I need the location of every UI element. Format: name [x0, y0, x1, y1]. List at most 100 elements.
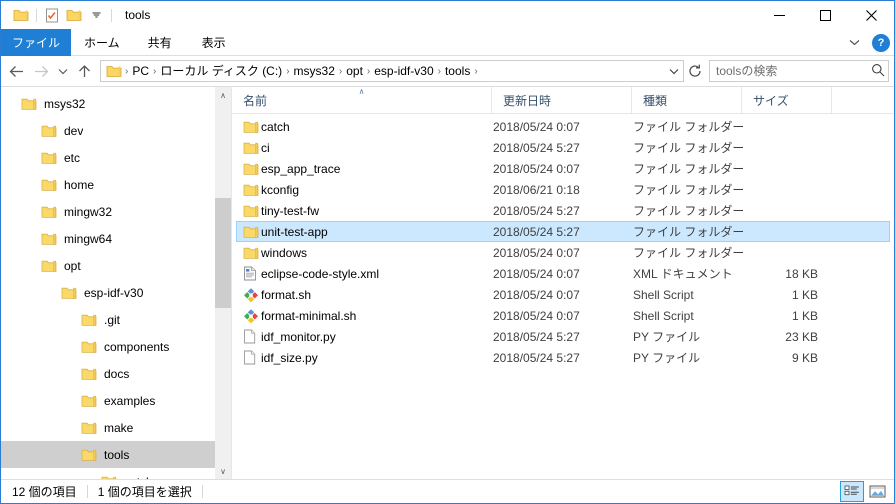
- navigation-scrollbar[interactable]: ∧ ∨: [215, 87, 231, 479]
- recent-locations-button[interactable]: [54, 58, 72, 84]
- file-name-label: format.sh: [261, 287, 312, 302]
- table-row[interactable]: unit-test-app 2018/05/24 5:27 ファイル フォルダー: [236, 221, 890, 242]
- sidebar-item-mingw32[interactable]: mingw32: [1, 198, 231, 225]
- sidebar-item-home[interactable]: home: [1, 171, 231, 198]
- table-row[interactable]: tiny-test-fw 2018/05/24 5:27 ファイル フォルダー: [236, 200, 890, 221]
- column-header-name[interactable]: ∧ 名前: [232, 87, 492, 113]
- tab-view[interactable]: 表示: [187, 29, 241, 56]
- tab-file[interactable]: ファイル: [1, 29, 72, 56]
- cell-type: ファイル フォルダー: [633, 183, 743, 197]
- tab-home[interactable]: ホーム: [71, 29, 133, 56]
- cell-name: idf_size.py: [237, 350, 493, 365]
- folder-icon: [243, 120, 261, 134]
- breadcrumb-separator-6[interactable]: ›: [473, 66, 478, 77]
- breadcrumb-item-msys32[interactable]: msys32: [291, 61, 338, 81]
- sidebar-item-msys32[interactable]: msys32: [1, 90, 231, 117]
- help-icon[interactable]: ?: [872, 33, 890, 52]
- table-row[interactable]: ci 2018/05/24 5:27 ファイル フォルダー: [236, 137, 890, 158]
- cell-date-modified: 2018/05/24 0:07: [493, 245, 580, 260]
- column-header-date[interactable]: 更新日時: [492, 87, 632, 113]
- column-header-size[interactable]: サイズ: [742, 87, 832, 113]
- navigation-pane: msys32 dev etc home mingw32 mingw64 opt esp-idf…: [1, 87, 232, 479]
- sort-ascending-icon: ∧: [358, 87, 365, 96]
- breadcrumb-item-esp-idf-v30[interactable]: esp-idf-v30: [371, 61, 436, 81]
- breadcrumb-folder-icon[interactable]: [105, 64, 124, 78]
- sidebar-item-docs[interactable]: docs: [1, 360, 231, 387]
- chevron-down-icon[interactable]: [85, 4, 107, 26]
- breadcrumb-item-opt[interactable]: opt: [343, 61, 366, 81]
- table-row[interactable]: catch 2018/05/24 0:07 ファイル フォルダー: [236, 116, 890, 137]
- table-row[interactable]: eclipse-code-style.xml 2018/05/24 0:07 XML…: [236, 263, 890, 284]
- back-button[interactable]: [4, 58, 29, 84]
- folder-icon: [81, 393, 98, 409]
- sidebar-item-label: opt: [64, 258, 81, 273]
- breadcrumb-item-pc[interactable]: PC: [129, 61, 152, 81]
- cell-date-modified: 2018/05/24 0:07: [493, 308, 580, 323]
- sidebar-item-make[interactable]: make: [1, 414, 231, 441]
- sidebar-item-label: mingw32: [64, 204, 113, 219]
- cell-date-modified: 2018/05/24 5:27: [493, 329, 580, 344]
- table-row[interactable]: windows 2018/05/24 0:07 ファイル フォルダー: [236, 242, 890, 263]
- close-button[interactable]: [848, 1, 894, 29]
- folder-icon: [243, 162, 261, 176]
- maximize-button[interactable]: [802, 1, 848, 29]
- explorer-body: msys32 dev etc home mingw32 mingw64 opt esp-idf…: [1, 86, 894, 479]
- up-button[interactable]: [72, 58, 97, 84]
- sidebar-item-mingw64[interactable]: mingw64: [1, 225, 231, 252]
- search-icon[interactable]: [871, 63, 885, 80]
- folder-icon: [41, 258, 58, 274]
- tab-share[interactable]: 共有: [133, 29, 187, 56]
- column-header-type[interactable]: 種類: [632, 87, 742, 113]
- cell-type: PY ファイル: [633, 351, 701, 365]
- column-header-type-label: 種類: [643, 93, 668, 108]
- cell-name: format.sh: [237, 287, 493, 302]
- cell-name: unit-test-app: [237, 225, 493, 239]
- folder-icon[interactable]: [10, 4, 32, 26]
- cell-date-modified: 2018/05/24 5:27: [493, 350, 580, 365]
- column-header-name-label: 名前: [243, 93, 268, 108]
- table-row[interactable]: format-minimal.sh 2018/05/24 0:07 Shell Sc…: [236, 305, 890, 326]
- folder-icon: [81, 420, 98, 436]
- cell-size: 9 KB: [791, 350, 818, 365]
- sidebar-item-catch[interactable]: catch: [1, 468, 231, 479]
- breadcrumb-item-local-disk[interactable]: ローカル ディスク (C:): [157, 61, 285, 81]
- minimize-button[interactable]: [756, 1, 802, 29]
- sidebar-item-opt[interactable]: opt: [1, 252, 231, 279]
- table-row[interactable]: idf_size.py 2018/05/24 5:27 PY ファイル 9 KB: [236, 347, 890, 368]
- search-box[interactable]: [709, 60, 889, 82]
- address-bar: › PC › ローカル ディスク (C:) › msys32 › opt › e…: [1, 56, 894, 86]
- scroll-up-button[interactable]: ∧: [215, 87, 231, 103]
- details-view-button[interactable]: [840, 481, 864, 502]
- cell-date-modified: 2018/05/24 0:07: [493, 266, 580, 281]
- table-row[interactable]: esp_app_trace 2018/05/24 0:07 ファイル フォルダー: [236, 158, 890, 179]
- chevron-down-icon-ribbon[interactable]: [843, 32, 865, 54]
- sidebar-item-esp-idf-v30[interactable]: esp-idf-v30: [1, 279, 231, 306]
- sidebar-item-etc[interactable]: etc: [1, 144, 231, 171]
- forward-button[interactable]: [29, 58, 54, 84]
- scrollbar-track[interactable]: [215, 103, 231, 463]
- column-header-filler[interactable]: [832, 87, 894, 113]
- sidebar-item-dot-git[interactable]: .git: [1, 306, 231, 333]
- cell-name: kconfig: [237, 183, 493, 197]
- address-dropdown-icon[interactable]: [665, 61, 682, 81]
- breadcrumb-item-tools[interactable]: tools: [442, 61, 473, 81]
- table-row[interactable]: kconfig 2018/06/21 0:18 ファイル フォルダー: [236, 179, 890, 200]
- new-folder-icon[interactable]: [63, 4, 85, 26]
- window-title: tools: [125, 8, 151, 22]
- properties-icon[interactable]: [41, 4, 63, 26]
- sidebar-item-components[interactable]: components: [1, 333, 231, 360]
- refresh-button[interactable]: [684, 60, 706, 82]
- sidebar-item-dev[interactable]: dev: [1, 117, 231, 144]
- search-input[interactable]: [716, 64, 871, 78]
- folder-icon: [41, 150, 58, 166]
- sidebar-item-tools[interactable]: tools: [1, 441, 231, 468]
- file-rows: catch 2018/05/24 0:07 ファイル フォルダー ci 2018/05/…: [232, 114, 894, 479]
- large-icons-view-button[interactable]: [865, 481, 889, 502]
- sidebar-item-label: msys32: [44, 96, 86, 111]
- table-row[interactable]: format.sh 2018/05/24 0:07 Shell Script 1 KB: [236, 284, 890, 305]
- scroll-down-button[interactable]: ∨: [215, 463, 231, 479]
- scrollbar-thumb[interactable]: [215, 198, 231, 308]
- sidebar-item-examples[interactable]: examples: [1, 387, 231, 414]
- breadcrumb[interactable]: › PC › ローカル ディスク (C:) › msys32 › opt › e…: [100, 60, 684, 82]
- table-row[interactable]: idf_monitor.py 2018/05/24 5:27 PY ファイル 23 K…: [236, 326, 890, 347]
